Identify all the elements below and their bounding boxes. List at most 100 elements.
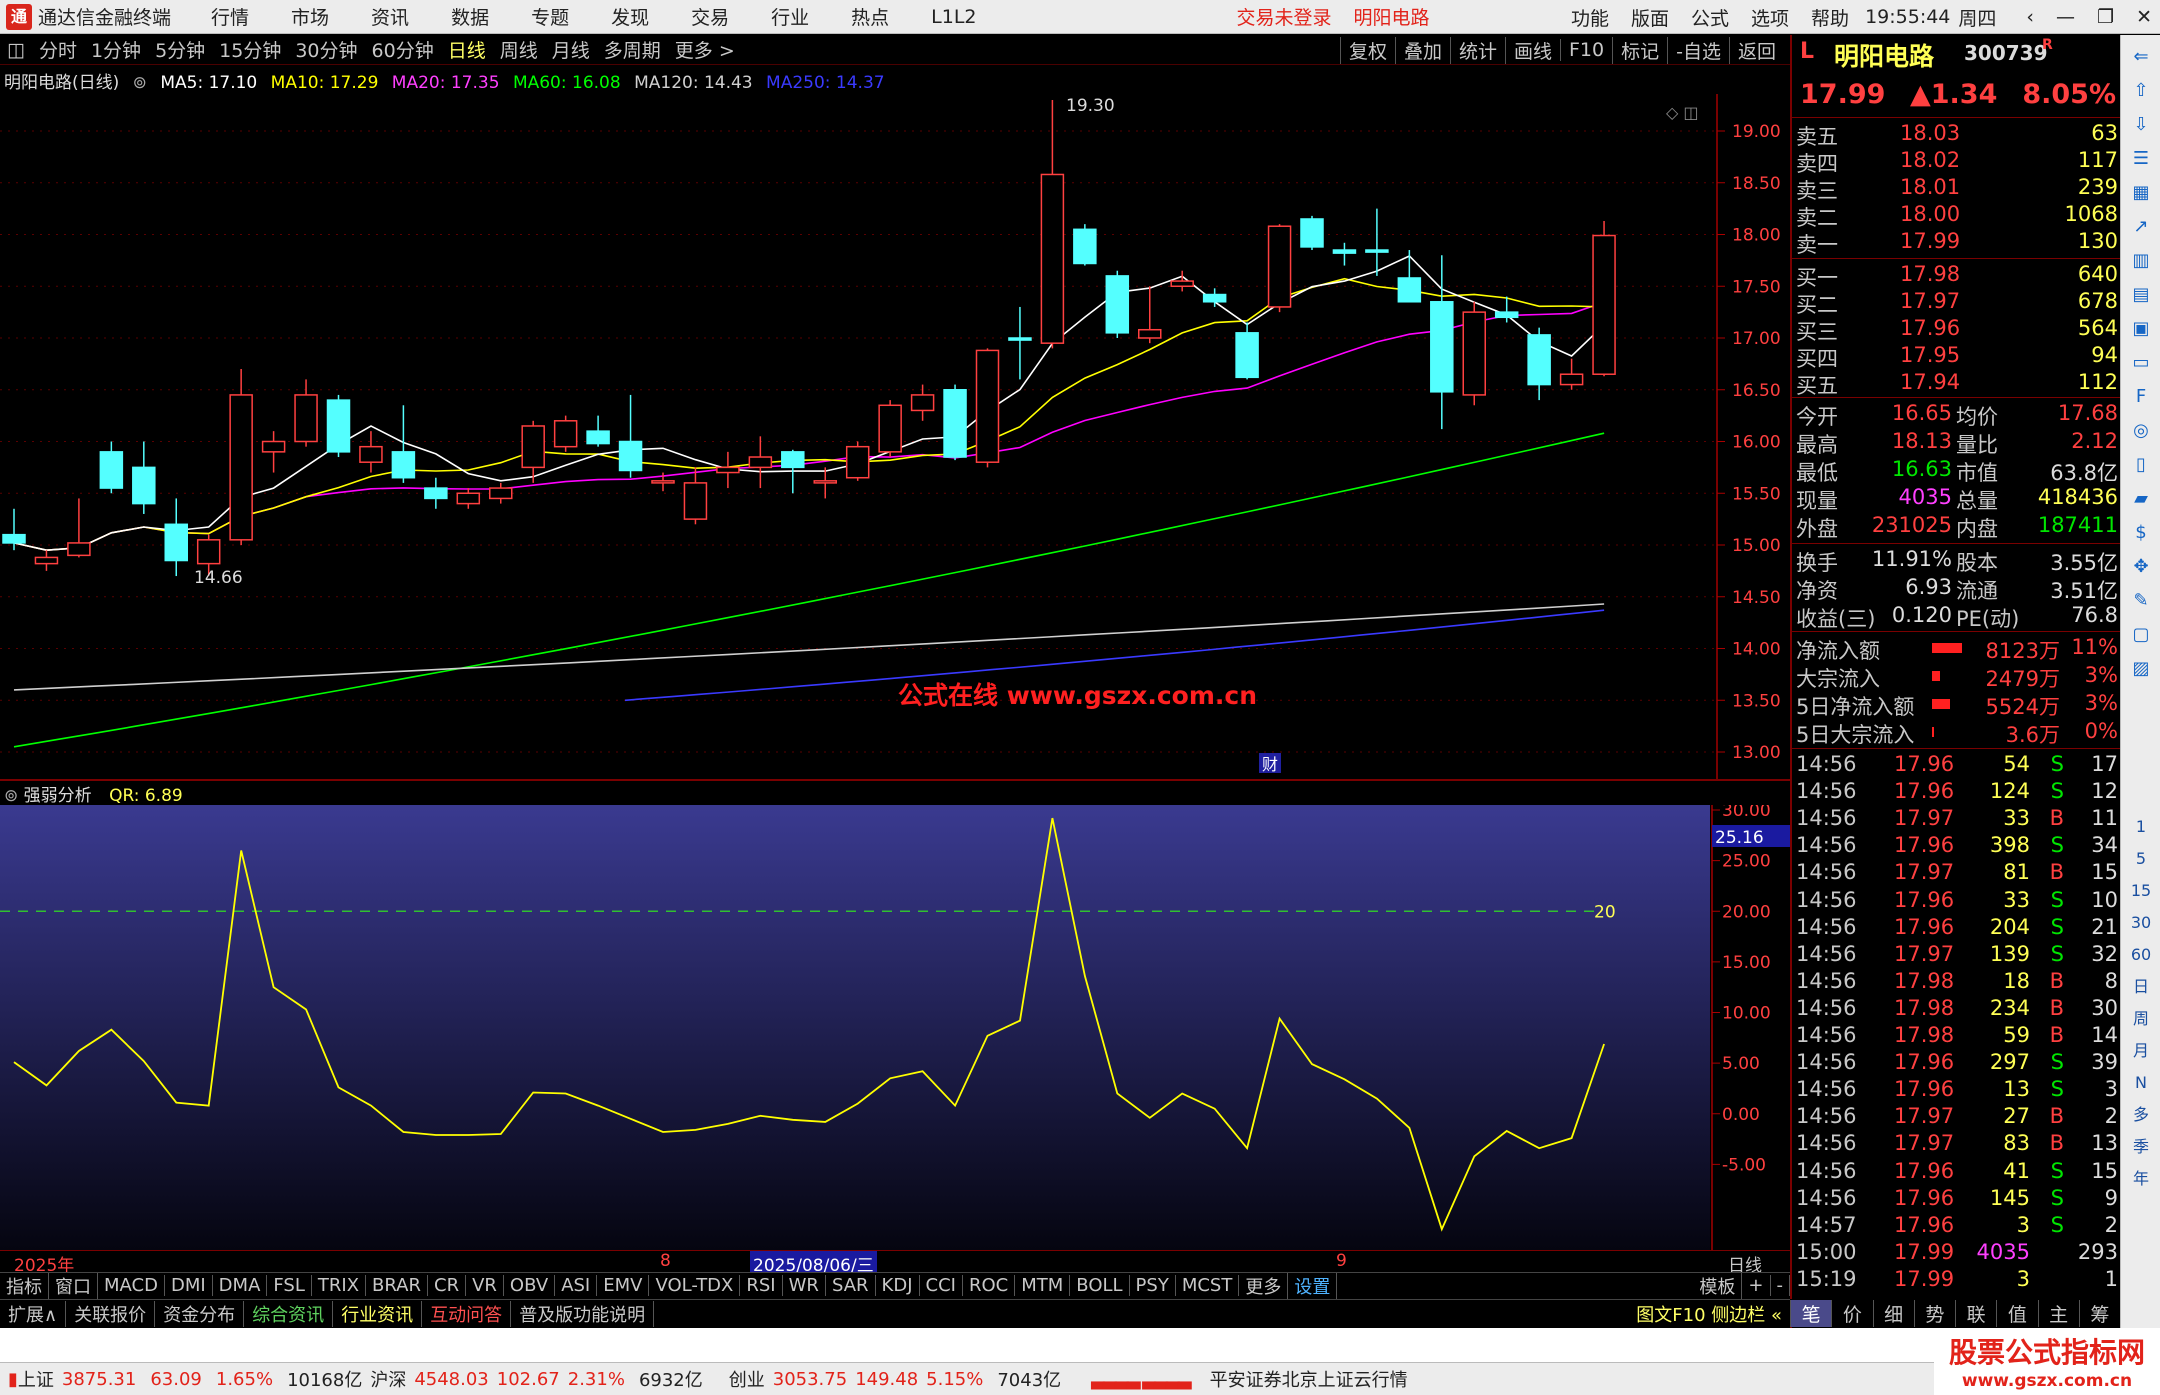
- tab-news[interactable]: 综合资讯: [244, 1300, 334, 1327]
- indicator-tab-19[interactable]: ROC: [963, 1275, 1016, 1296]
- sidebar-period-9[interactable]: 多: [2129, 1103, 2153, 1127]
- indicator-tab-1[interactable]: 窗口: [49, 1272, 98, 1299]
- period-15min[interactable]: 15分钟: [212, 36, 288, 63]
- indicator-tab-16[interactable]: SAR: [826, 1275, 876, 1296]
- indicator-tab-8[interactable]: CR: [428, 1275, 467, 1296]
- sidebar-period-11[interactable]: 年: [2129, 1167, 2153, 1191]
- indicator-tab-5[interactable]: FSL: [267, 1275, 312, 1296]
- table-icon[interactable]: ▤: [2129, 283, 2153, 307]
- period-daily[interactable]: 日线: [441, 36, 493, 63]
- panel-toggle-icon[interactable]: ◫: [0, 39, 32, 61]
- indicator-tabs-right-1[interactable]: +: [1742, 1275, 1771, 1296]
- tab-related-quotes[interactable]: 关联报价: [66, 1300, 156, 1327]
- indicator-tab-23[interactable]: MCST: [1176, 1275, 1240, 1296]
- close-icon[interactable]: ✕: [2136, 6, 2152, 28]
- indicator-tabs-right-0[interactable]: 模板: [1693, 1272, 1743, 1299]
- back-icon[interactable]: ‹: [2026, 6, 2034, 28]
- indicator-tab-24[interactable]: 更多: [1239, 1272, 1289, 1299]
- candle-icon[interactable]: ▥: [2129, 249, 2153, 273]
- period-weekly[interactable]: 周线: [493, 36, 545, 63]
- indicator-tab-9[interactable]: VR: [466, 1275, 504, 1296]
- period-monthly[interactable]: 月线: [545, 36, 597, 63]
- up-arrow-icon[interactable]: ⇧: [2129, 79, 2153, 103]
- tool-diejia[interactable]: 叠加: [1394, 36, 1450, 64]
- sidebar-period-4[interactable]: 60: [2129, 943, 2153, 967]
- quote-tab-5[interactable]: 值: [1996, 1299, 2037, 1327]
- indicator-tab-7[interactable]: BRAR: [366, 1275, 428, 1296]
- menu-l1l2[interactable]: L1L2: [931, 6, 976, 28]
- window-icon[interactable]: ▨: [2129, 657, 2153, 681]
- indicator-tab-10[interactable]: OBV: [504, 1275, 556, 1296]
- tab-industry-news[interactable]: 行业资讯: [333, 1300, 423, 1327]
- period-60min[interactable]: 60分钟: [365, 36, 441, 63]
- info-icon[interactable]: $: [2129, 521, 2153, 545]
- rsi-icon[interactable]: ▰: [2129, 487, 2153, 511]
- legend-toggle-icon[interactable]: ⊚: [133, 73, 147, 93]
- tool-f10[interactable]: F10: [1560, 39, 1612, 61]
- indicator-toggle-icon[interactable]: ⊚: [4, 786, 18, 806]
- tab-expand[interactable]: 扩展∧: [0, 1300, 67, 1327]
- sidebar-period-1[interactable]: 5: [2129, 847, 2153, 871]
- qr-indicator-chart[interactable]: 30.00 25.00 20.00 15.00 10.00 5.00 0.00 -5.00 2…: [0, 805, 1790, 1250]
- sidebar-period-7[interactable]: 月: [2129, 1039, 2153, 1063]
- quote-tab-1[interactable]: 价: [1831, 1299, 1872, 1327]
- note-icon[interactable]: ▢: [2129, 623, 2153, 647]
- quote-tab-7[interactable]: 筹: [2078, 1299, 2120, 1327]
- sidebar-period-8[interactable]: N: [2129, 1071, 2153, 1095]
- tool-fanhui[interactable]: 返回: [1728, 36, 1784, 64]
- period-more[interactable]: 更多 >: [668, 36, 742, 63]
- bar-icon[interactable]: ▯: [2129, 453, 2153, 477]
- tab-qa[interactable]: 互动问答: [422, 1300, 512, 1327]
- tool-tongji[interactable]: 统计: [1449, 36, 1505, 64]
- indicator-tab-17[interactable]: KDJ: [876, 1275, 920, 1296]
- quote-tab-3[interactable]: 势: [1913, 1299, 1955, 1327]
- menu-zhuanti[interactable]: 专题: [531, 3, 569, 30]
- sz-label[interactable]: 沪深: [370, 1366, 406, 1392]
- menu-faxian[interactable]: 发现: [611, 3, 649, 30]
- indicator-tab-20[interactable]: MTM: [1015, 1275, 1071, 1296]
- period-multi[interactable]: 多周期: [597, 36, 668, 63]
- indicator-tab-0[interactable]: 指标: [0, 1272, 49, 1299]
- f10-icon[interactable]: F: [2129, 385, 2153, 409]
- quote-tab-6[interactable]: 主: [2037, 1299, 2079, 1327]
- menu-hangqing[interactable]: 行情: [211, 3, 249, 30]
- indicator-tab-13[interactable]: VOL-TDX: [649, 1275, 741, 1296]
- menu-xuanxiang[interactable]: 选项: [1751, 4, 1789, 31]
- indicator-tab-3[interactable]: DMI: [165, 1275, 213, 1296]
- tab-basic-edition[interactable]: 普及版功能说明: [511, 1300, 655, 1327]
- quote-tab-2[interactable]: 细: [1872, 1299, 1914, 1327]
- tab-f10-sidebar[interactable]: 图文F10 侧边栏 «: [1628, 1301, 1790, 1327]
- menu-hangye[interactable]: 行业: [771, 3, 809, 30]
- sidebar-period-2[interactable]: 15: [2129, 879, 2153, 903]
- indicator-tab-12[interactable]: EMV: [597, 1275, 650, 1296]
- tool-biaoji[interactable]: 标记: [1612, 36, 1667, 64]
- indicator-tab-6[interactable]: TRIX: [312, 1275, 367, 1296]
- tool-huaxian[interactable]: 画线: [1504, 36, 1560, 64]
- period-30min[interactable]: 30分钟: [288, 36, 364, 63]
- menu-bangzhu[interactable]: 帮助: [1811, 4, 1849, 31]
- menu-redian[interactable]: 热点: [851, 3, 889, 30]
- tool-fuquan[interactable]: 复权: [1339, 36, 1395, 64]
- quote-tab-4[interactable]: 联: [1955, 1299, 1996, 1327]
- chart-expand-icon[interactable]: ◇ ◫: [1666, 103, 1699, 122]
- report-icon[interactable]: ▭: [2129, 351, 2153, 375]
- move-icon[interactable]: ✥: [2129, 555, 2153, 579]
- tool-zixuan[interactable]: -自选: [1667, 36, 1729, 64]
- sh-label[interactable]: 上证: [18, 1366, 54, 1392]
- indicator-tab-11[interactable]: ASI: [555, 1275, 598, 1296]
- down-arrow-icon[interactable]: ⇩: [2129, 113, 2153, 137]
- menu-jiaoyi[interactable]: 交易: [691, 3, 729, 30]
- restore-icon[interactable]: ❐: [2097, 6, 2114, 28]
- indicator-tab-21[interactable]: BOLL: [1070, 1275, 1130, 1296]
- grid-icon[interactable]: ▦: [2129, 181, 2153, 205]
- period-1min[interactable]: 1分钟: [84, 36, 148, 63]
- draw-icon[interactable]: ✎: [2129, 589, 2153, 613]
- fund-icon[interactable]: ▣: [2129, 317, 2153, 341]
- menu-gongshi[interactable]: 公式: [1691, 4, 1729, 31]
- indicator-tab-15[interactable]: WR: [783, 1275, 826, 1296]
- indicator-tab-25[interactable]: 设置: [1288, 1272, 1338, 1299]
- list-icon[interactable]: ☰: [2129, 147, 2153, 171]
- sidebar-period-0[interactable]: 1: [2129, 815, 2153, 839]
- trade-login-status[interactable]: 交易未登录: [1237, 3, 1332, 30]
- indicator-tab-18[interactable]: CCI: [920, 1275, 963, 1296]
